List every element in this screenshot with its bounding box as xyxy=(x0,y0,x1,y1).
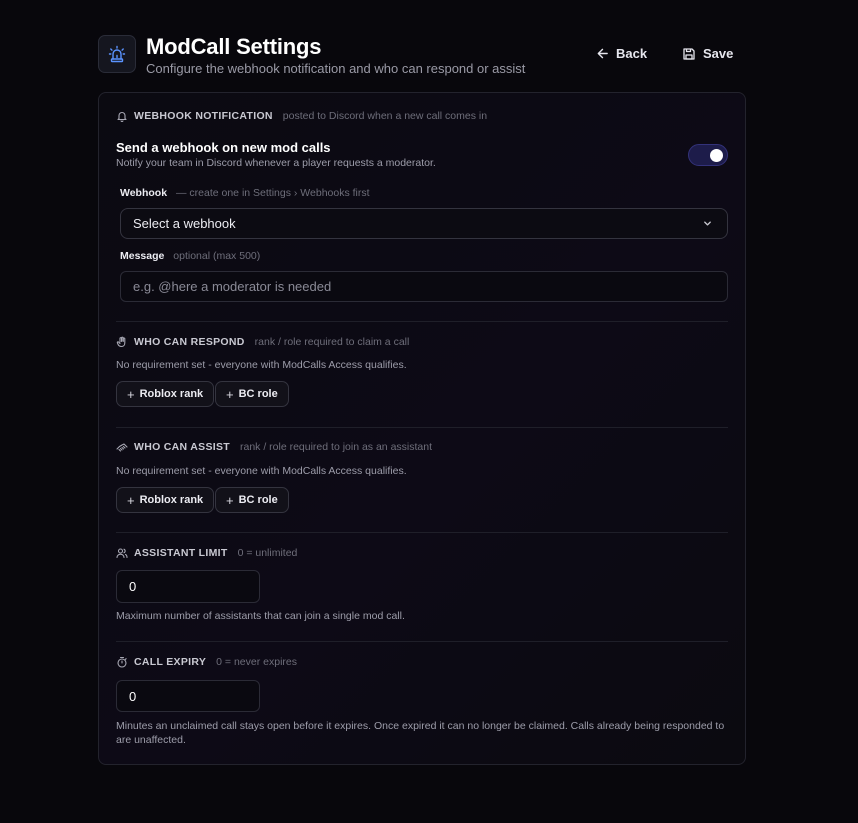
chip-label: BC role xyxy=(238,494,278,506)
section-divider xyxy=(116,532,728,533)
section-divider xyxy=(116,321,728,322)
chip-label: BC role xyxy=(238,388,278,400)
webhook-section-hint: posted to Discord when a new call comes … xyxy=(282,110,488,122)
save-icon xyxy=(682,47,696,61)
call-expiry-title: CALL EXPIRY xyxy=(134,656,207,668)
page-subtitle: Configure the webhook notification and w… xyxy=(146,61,526,76)
add-assist-roblox-rank-button[interactable]: + Roblox rank xyxy=(116,487,215,513)
add-respond-bc-role-button[interactable]: + BC role xyxy=(215,381,289,407)
assistant-limit-header: ASSISTANT LIMIT 0 = unlimited xyxy=(116,547,297,559)
settings-card: WEBHOOK NOTIFICATION posted to Discord w… xyxy=(98,92,746,765)
call-expiry-hint: 0 = never expires xyxy=(216,656,297,668)
chip-label: Roblox rank xyxy=(139,388,204,400)
message-label-row: Message optional (max 500) xyxy=(120,250,260,262)
webhook-section-header: WEBHOOK NOTIFICATION posted to Discord w… xyxy=(116,110,487,122)
webhook-toggle-description: Notify your team in Discord whenever a p… xyxy=(116,157,436,169)
timer-icon xyxy=(116,656,128,668)
webhook-label: Webhook xyxy=(120,187,168,199)
message-input[interactable]: e.g. @here a moderator is needed xyxy=(120,271,728,302)
plus-icon: + xyxy=(226,386,234,402)
plus-icon: + xyxy=(127,386,135,402)
call-expiry-input[interactable]: 0 xyxy=(116,680,260,712)
siren-icon xyxy=(98,35,136,73)
save-button-label: Save xyxy=(703,46,734,61)
message-label: Message xyxy=(120,250,165,262)
toggle-knob xyxy=(710,149,723,162)
chevron-down-icon xyxy=(702,218,713,229)
plus-icon: + xyxy=(226,492,234,508)
hand-icon xyxy=(116,336,128,348)
respond-section-hint: rank / role required to claim a call xyxy=(254,336,410,348)
plus-icon: + xyxy=(127,492,135,508)
section-divider xyxy=(116,641,728,642)
respond-section-description: No requirement set - everyone with ModCa… xyxy=(116,359,407,371)
call-expiry-description-line2: are unaffected. xyxy=(116,734,186,746)
call-expiry-description-line1: Minutes an unclaimed call stays open bef… xyxy=(116,720,725,732)
webhook-select-value: Select a webhook xyxy=(133,216,236,231)
webhook-section-title: WEBHOOK NOTIFICATION xyxy=(134,110,273,122)
page-header: ModCall Settings Configure the webhook n… xyxy=(98,34,746,78)
webhook-select[interactable]: Select a webhook xyxy=(120,208,728,239)
arrow-left-icon xyxy=(596,47,609,60)
webhook-label-row: Webhook — create one in Settings › Webho… xyxy=(120,187,370,199)
assist-section-header: WHO CAN ASSIST rank / role required to j… xyxy=(116,441,432,453)
assistant-limit-description: Maximum number of assistants that can jo… xyxy=(116,610,405,622)
message-hint: optional (max 500) xyxy=(173,250,261,262)
webhook-toggle-title: Send a webhook on new mod calls xyxy=(116,140,331,155)
call-expiry-header: CALL EXPIRY 0 = never expires xyxy=(116,656,297,668)
respond-section-title: WHO CAN RESPOND xyxy=(134,336,245,348)
chip-label: Roblox rank xyxy=(139,494,204,506)
back-button[interactable]: Back xyxy=(596,46,647,61)
bell-icon xyxy=(116,110,128,122)
add-respond-roblox-rank-button[interactable]: + Roblox rank xyxy=(116,381,215,407)
users-icon xyxy=(116,547,128,559)
assist-section-description: No requirement set - everyone with ModCa… xyxy=(116,465,407,477)
save-button[interactable]: Save xyxy=(682,46,733,61)
page-title: ModCall Settings xyxy=(146,34,322,59)
back-button-label: Back xyxy=(616,46,648,61)
webhook-toggle[interactable] xyxy=(688,144,728,166)
handshake-icon xyxy=(116,441,128,453)
respond-section-header: WHO CAN RESPOND rank / role required to … xyxy=(116,336,409,348)
assistant-limit-title: ASSISTANT LIMIT xyxy=(134,547,228,559)
add-assist-bc-role-button[interactable]: + BC role xyxy=(215,487,289,513)
assistant-limit-input[interactable]: 0 xyxy=(116,570,260,603)
assist-section-hint: rank / role required to join as an assis… xyxy=(239,441,433,453)
assist-section-title: WHO CAN ASSIST xyxy=(134,441,230,453)
webhook-hint: — create one in Settings › Webhooks firs… xyxy=(175,187,370,199)
assistant-limit-hint: 0 = unlimited xyxy=(237,547,298,559)
section-divider xyxy=(116,427,728,428)
